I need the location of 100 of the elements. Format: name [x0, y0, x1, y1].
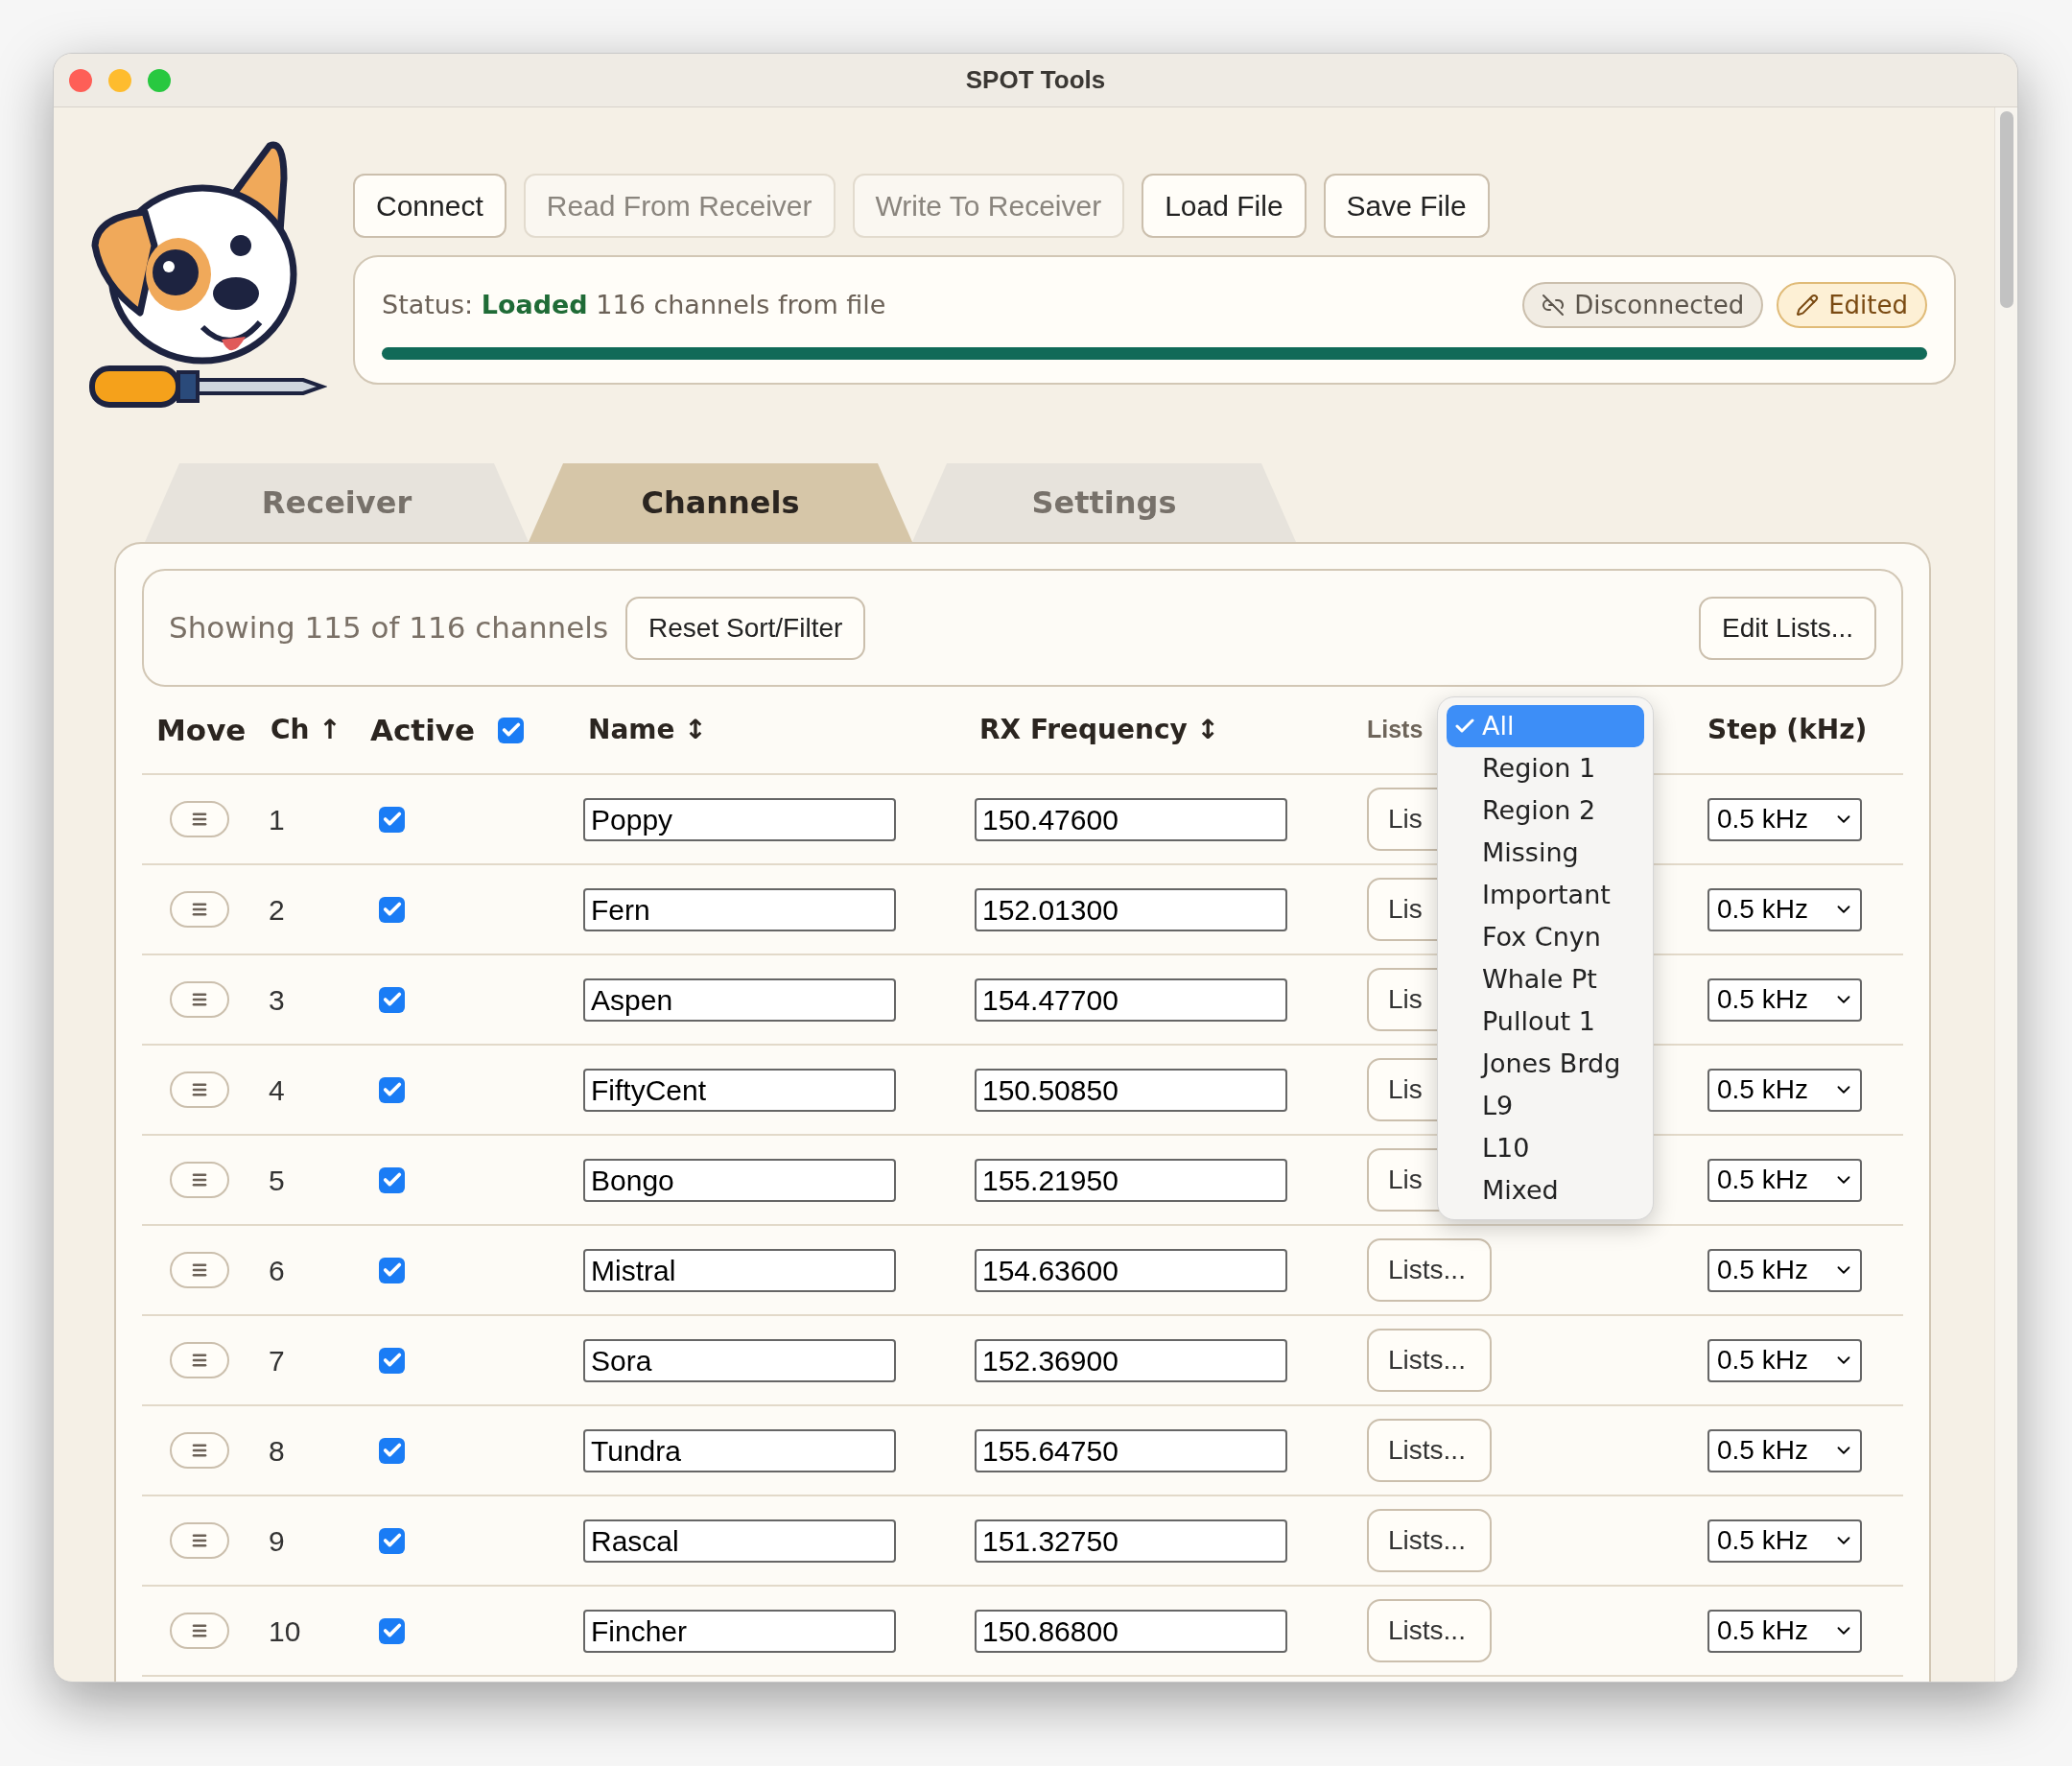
column-header[interactable]: Name ↕ — [588, 710, 707, 750]
name-field[interactable]: FiftyCent — [583, 1068, 896, 1112]
drag-handle-button[interactable] — [170, 981, 229, 1018]
lists-button[interactable]: Lists... — [1367, 1599, 1492, 1662]
name-field[interactable]: Poppy — [583, 797, 896, 841]
channel-number: 5 — [269, 1164, 285, 1196]
channel-count: Showing 115 of 116 channels — [169, 609, 609, 648]
toolbar-button[interactable]: Load File — [1142, 174, 1307, 238]
toolbar-button[interactable]: Connect — [353, 174, 506, 238]
channel-number: 1 — [269, 803, 285, 836]
name-field[interactable]: Bongo — [583, 1158, 896, 1202]
frequency-field[interactable]: 154.63600 — [975, 1248, 1287, 1292]
checkbox[interactable] — [379, 1527, 405, 1554]
drag-handle-button[interactable] — [170, 1071, 229, 1108]
status-badge: Disconnected — [1522, 282, 1764, 328]
drag-handle-button[interactable] — [170, 891, 229, 928]
drag-handle-button[interactable] — [170, 1162, 229, 1198]
step-select[interactable]: 0.5 kHz — [1707, 1609, 1862, 1653]
lines-icon — [191, 1261, 208, 1279]
drag-handle-button[interactable] — [170, 1252, 229, 1288]
drag-handle-button[interactable] — [170, 1432, 229, 1469]
checkbox[interactable] — [498, 717, 525, 743]
frequency-field[interactable]: 152.36900 — [975, 1338, 1287, 1382]
checkbox[interactable] — [379, 986, 405, 1013]
step-select[interactable]: 0.5 kHz — [1707, 1519, 1862, 1563]
drag-handle-button[interactable] — [170, 1522, 229, 1559]
channel-number: 6 — [269, 1254, 285, 1286]
lists-button[interactable]: Lists... — [1367, 1509, 1492, 1572]
step-select[interactable]: 0.5 kHz — [1707, 797, 1862, 841]
step-select[interactable]: 0.5 kHz — [1707, 1248, 1862, 1292]
frequency-field[interactable]: 155.64750 — [975, 1428, 1287, 1472]
channel-number: 8 — [269, 1434, 285, 1467]
frequency-field[interactable]: 155.21950 — [975, 1158, 1287, 1202]
pencil-icon — [1796, 294, 1820, 317]
column-header: Lists — [1367, 715, 1424, 745]
column-header[interactable]: RX Frequency ↕ — [979, 710, 1219, 750]
lines-icon — [191, 1622, 208, 1639]
edit-lists-button[interactable]: Edit Lists... — [1699, 596, 1876, 660]
column-header[interactable]: Ch ↑ — [271, 710, 341, 750]
frequency-field[interactable]: 152.01300 — [975, 887, 1287, 931]
window-title: SPOT Tools — [965, 64, 1106, 96]
scrollbar-thumb[interactable] — [1999, 111, 2013, 308]
column-header: Move — [156, 711, 247, 749]
step-select[interactable]: 0.5 kHz — [1707, 887, 1862, 931]
tab[interactable]: Settings — [912, 463, 1296, 542]
lines-icon — [191, 901, 208, 918]
lists-button[interactable]: Lists... — [1367, 1419, 1492, 1482]
lists-button[interactable]: Lists... — [1367, 1329, 1492, 1392]
step-select[interactable]: 0.5 kHz — [1707, 1428, 1862, 1472]
lines-icon — [191, 991, 208, 1008]
checkbox[interactable] — [379, 1076, 405, 1103]
channel-number: 7 — [269, 1344, 285, 1377]
frequency-field[interactable]: 154.47700 — [975, 977, 1287, 1022]
drag-handle-button[interactable] — [170, 801, 229, 837]
name-field[interactable]: Sora — [583, 1338, 896, 1382]
frequency-field[interactable]: 150.86800 — [975, 1609, 1287, 1653]
lines-icon — [191, 1532, 208, 1549]
channel-number: 2 — [269, 893, 285, 926]
column-header: Step (kHz) — [1707, 713, 1868, 747]
name-field[interactable]: Tundra — [583, 1428, 896, 1472]
name-field[interactable]: Fern — [583, 887, 896, 931]
name-field[interactable]: Rascal — [583, 1519, 896, 1563]
frequency-field[interactable]: 150.50850 — [975, 1068, 1287, 1112]
name-field[interactable]: Fincher — [583, 1609, 896, 1653]
checkbox[interactable] — [379, 1257, 405, 1283]
toolbar-button[interactable]: Save File — [1323, 174, 1490, 238]
frequency-field[interactable]: 151.32750 — [975, 1519, 1287, 1563]
checkbox[interactable] — [379, 806, 405, 833]
channel-number: 9 — [269, 1524, 285, 1557]
lists-button[interactable]: Lists... — [1367, 1238, 1492, 1302]
checkbox[interactable] — [379, 896, 405, 923]
checkbox[interactable] — [379, 1617, 405, 1644]
drag-handle-button[interactable] — [170, 1342, 229, 1378]
dropdown-option[interactable]: Region 1 — [1447, 747, 1644, 789]
frequency-field[interactable]: 150.47600 — [975, 797, 1287, 841]
tab[interactable]: Channels — [529, 463, 912, 542]
step-select[interactable]: 0.5 kHz — [1707, 1068, 1862, 1112]
channel-number: 3 — [269, 983, 285, 1016]
status-message: Status: Loaded 116 channels from file — [382, 288, 886, 321]
lines-icon — [191, 1352, 208, 1369]
status-badge: Edited — [1777, 282, 1927, 328]
step-select[interactable]: 0.5 kHz — [1707, 1158, 1862, 1202]
lines-icon — [191, 811, 208, 828]
drag-handle-button[interactable] — [170, 1613, 229, 1649]
step-select[interactable]: 0.5 kHz — [1707, 977, 1862, 1022]
step-select[interactable]: 0.5 kHz — [1707, 1338, 1862, 1382]
channel-number: 10 — [269, 1614, 301, 1647]
reset-sort-filter-button[interactable]: Reset Sort/Filter — [625, 596, 866, 660]
name-field[interactable]: Mistral — [583, 1248, 896, 1292]
lines-icon — [191, 1442, 208, 1459]
checkbox[interactable] — [379, 1166, 405, 1193]
lines-icon — [191, 1081, 208, 1098]
name-field[interactable]: Aspen — [583, 977, 896, 1022]
tab[interactable]: Receiver — [145, 463, 529, 542]
column-header: Active — [370, 711, 476, 749]
lines-icon — [191, 1171, 208, 1189]
channel-number: 4 — [269, 1073, 285, 1106]
checkbox[interactable] — [379, 1437, 405, 1464]
checkbox[interactable] — [379, 1347, 405, 1374]
close-window-icon[interactable] — [69, 69, 92, 92]
